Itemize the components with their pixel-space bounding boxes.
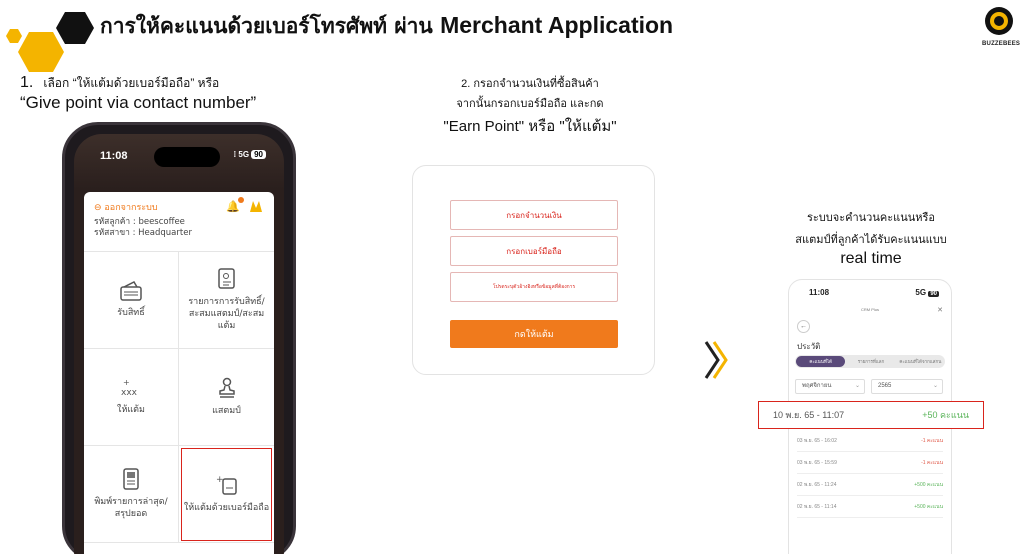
menu-redeem[interactable]: รับสิทธิ์	[84, 252, 179, 349]
phone-mockup-merchant-menu: 11:08 ⁞ 5G 90 ⊖ ออกจากระบบ รหัสลูกค้า : b…	[62, 122, 296, 554]
buzzebees-logo-icon	[985, 7, 1013, 35]
highlighted-history-row[interactable]: 10 พ.ย. 65 - 11:07 +50 คะแนน	[758, 401, 984, 429]
history-tabs: คะแนนที่ได้ รายการที่แลก คะแนนที่ได้จากแ…	[795, 355, 945, 368]
app-title-bar: CRM Plus ✕	[860, 306, 943, 314]
menu-stamp[interactable]: แสตมป์	[179, 349, 274, 446]
list-item[interactable]: 02 พ.ย. 65 - 11:14 +500 คะแนน	[797, 496, 943, 518]
branch-code: รหัสสาขา : Headquarter	[94, 228, 192, 238]
status-bar: 11:08 5G 90	[809, 288, 939, 297]
reference-field[interactable]: โปรดระบุตัวอ้างอิงหรือข้อมูลที่ต้องการ	[450, 272, 618, 302]
bell-icon[interactable]: 🔔	[226, 197, 244, 213]
step-2-instruction: 2. กรอกจำนวนเงินที่ซื้อสินค้า จากนั้นกรอ…	[443, 78, 617, 135]
earn-point-form: กรอกจำนวนเงิน กรอกเบอร์มือถือ โปรดระบุตั…	[412, 165, 655, 375]
signal-icon: ⁞	[233, 150, 237, 159]
plus-xxx-icon: +xxx	[121, 378, 138, 398]
menu-give-point-via-phone[interactable]: + ให้แต้มด้วยเบอร์มือถือ	[179, 446, 274, 543]
brand-mini-logo-icon	[250, 201, 262, 212]
battery-icon: 90	[928, 291, 939, 297]
customer-code: รหัสลูกค้า : beescoffee	[94, 217, 185, 227]
close-icon[interactable]: ✕	[937, 306, 943, 314]
page-title: การให้คะแนนด้วยเบอร์โทรศัพท์ ผ่าน Mercha…	[100, 12, 674, 38]
menu-give-point[interactable]: + xxx ให้แต้ม	[84, 349, 179, 446]
chevron-down-icon: ⌄	[854, 383, 860, 389]
earn-point-button[interactable]: กดให้แต้ม	[450, 320, 618, 348]
svg-text:+: +	[123, 378, 130, 387]
tab-points-earned[interactable]: คะแนนที่ได้	[796, 356, 846, 367]
tab-scan-points[interactable]: คะแนนที่ได้จากแสกน	[896, 358, 945, 365]
year-select[interactable]: 2565 ⌄	[871, 379, 943, 394]
receipt-icon	[123, 468, 139, 490]
battery-icon: 90	[251, 150, 266, 159]
status-bar: 11:08 ⁞ 5G 90	[100, 150, 266, 162]
document-icon	[217, 268, 235, 289]
list-item[interactable]: 03 พ.ย. 65 - 15:59 -1 คะแนน	[797, 452, 943, 474]
step-1-instruction: 1. เลือก “ให้แต้มด้วยเบอร์มือถือ” หรือ “G…	[20, 74, 257, 112]
merchant-app-screen: ⊖ ออกจากระบบ รหัสลูกค้า : beescoffee รหั…	[84, 192, 274, 554]
step-3-instruction: ระบบจะคำนวนคะแนนหรือ สแตมป์ที่ลูกค้าได้ร…	[795, 212, 947, 267]
history-title: ประวัติ	[797, 342, 821, 351]
chevron-right-icon	[704, 340, 730, 384]
amount-field[interactable]: กรอกจำนวนเงิน	[450, 200, 618, 230]
chevron-down-icon: ⌄	[932, 383, 938, 389]
list-item[interactable]: 02 พ.ย. 65 - 11:24 +500 คะแนน	[797, 474, 943, 496]
wallet-icon	[120, 281, 142, 301]
phone-points-icon: +	[216, 475, 237, 495]
phone-number-field[interactable]: กรอกเบอร์มือถือ	[450, 236, 618, 266]
tab-redeemed[interactable]: รายการที่แลก	[846, 358, 895, 365]
stamp-icon	[218, 377, 235, 398]
buzzebees-logo: BUZZEBEES	[982, 6, 1020, 47]
menu-print-summary[interactable]: พิมพ์รายการล่าสุด/สรุปยอด	[84, 446, 179, 543]
back-icon[interactable]: ←	[797, 320, 810, 333]
list-item[interactable]: 03 พ.ย. 65 - 16:02 -1 คะแนน	[797, 430, 943, 452]
svg-text:xxx: xxx	[121, 388, 138, 398]
menu-transaction-list[interactable]: รายการการรับสิทธิ์/สะสมแสตมป์/สะสมแต้ม	[179, 252, 274, 349]
hexagon-decoration-dark	[56, 12, 94, 44]
month-select[interactable]: พฤศจิกายน ⌄	[795, 379, 865, 394]
